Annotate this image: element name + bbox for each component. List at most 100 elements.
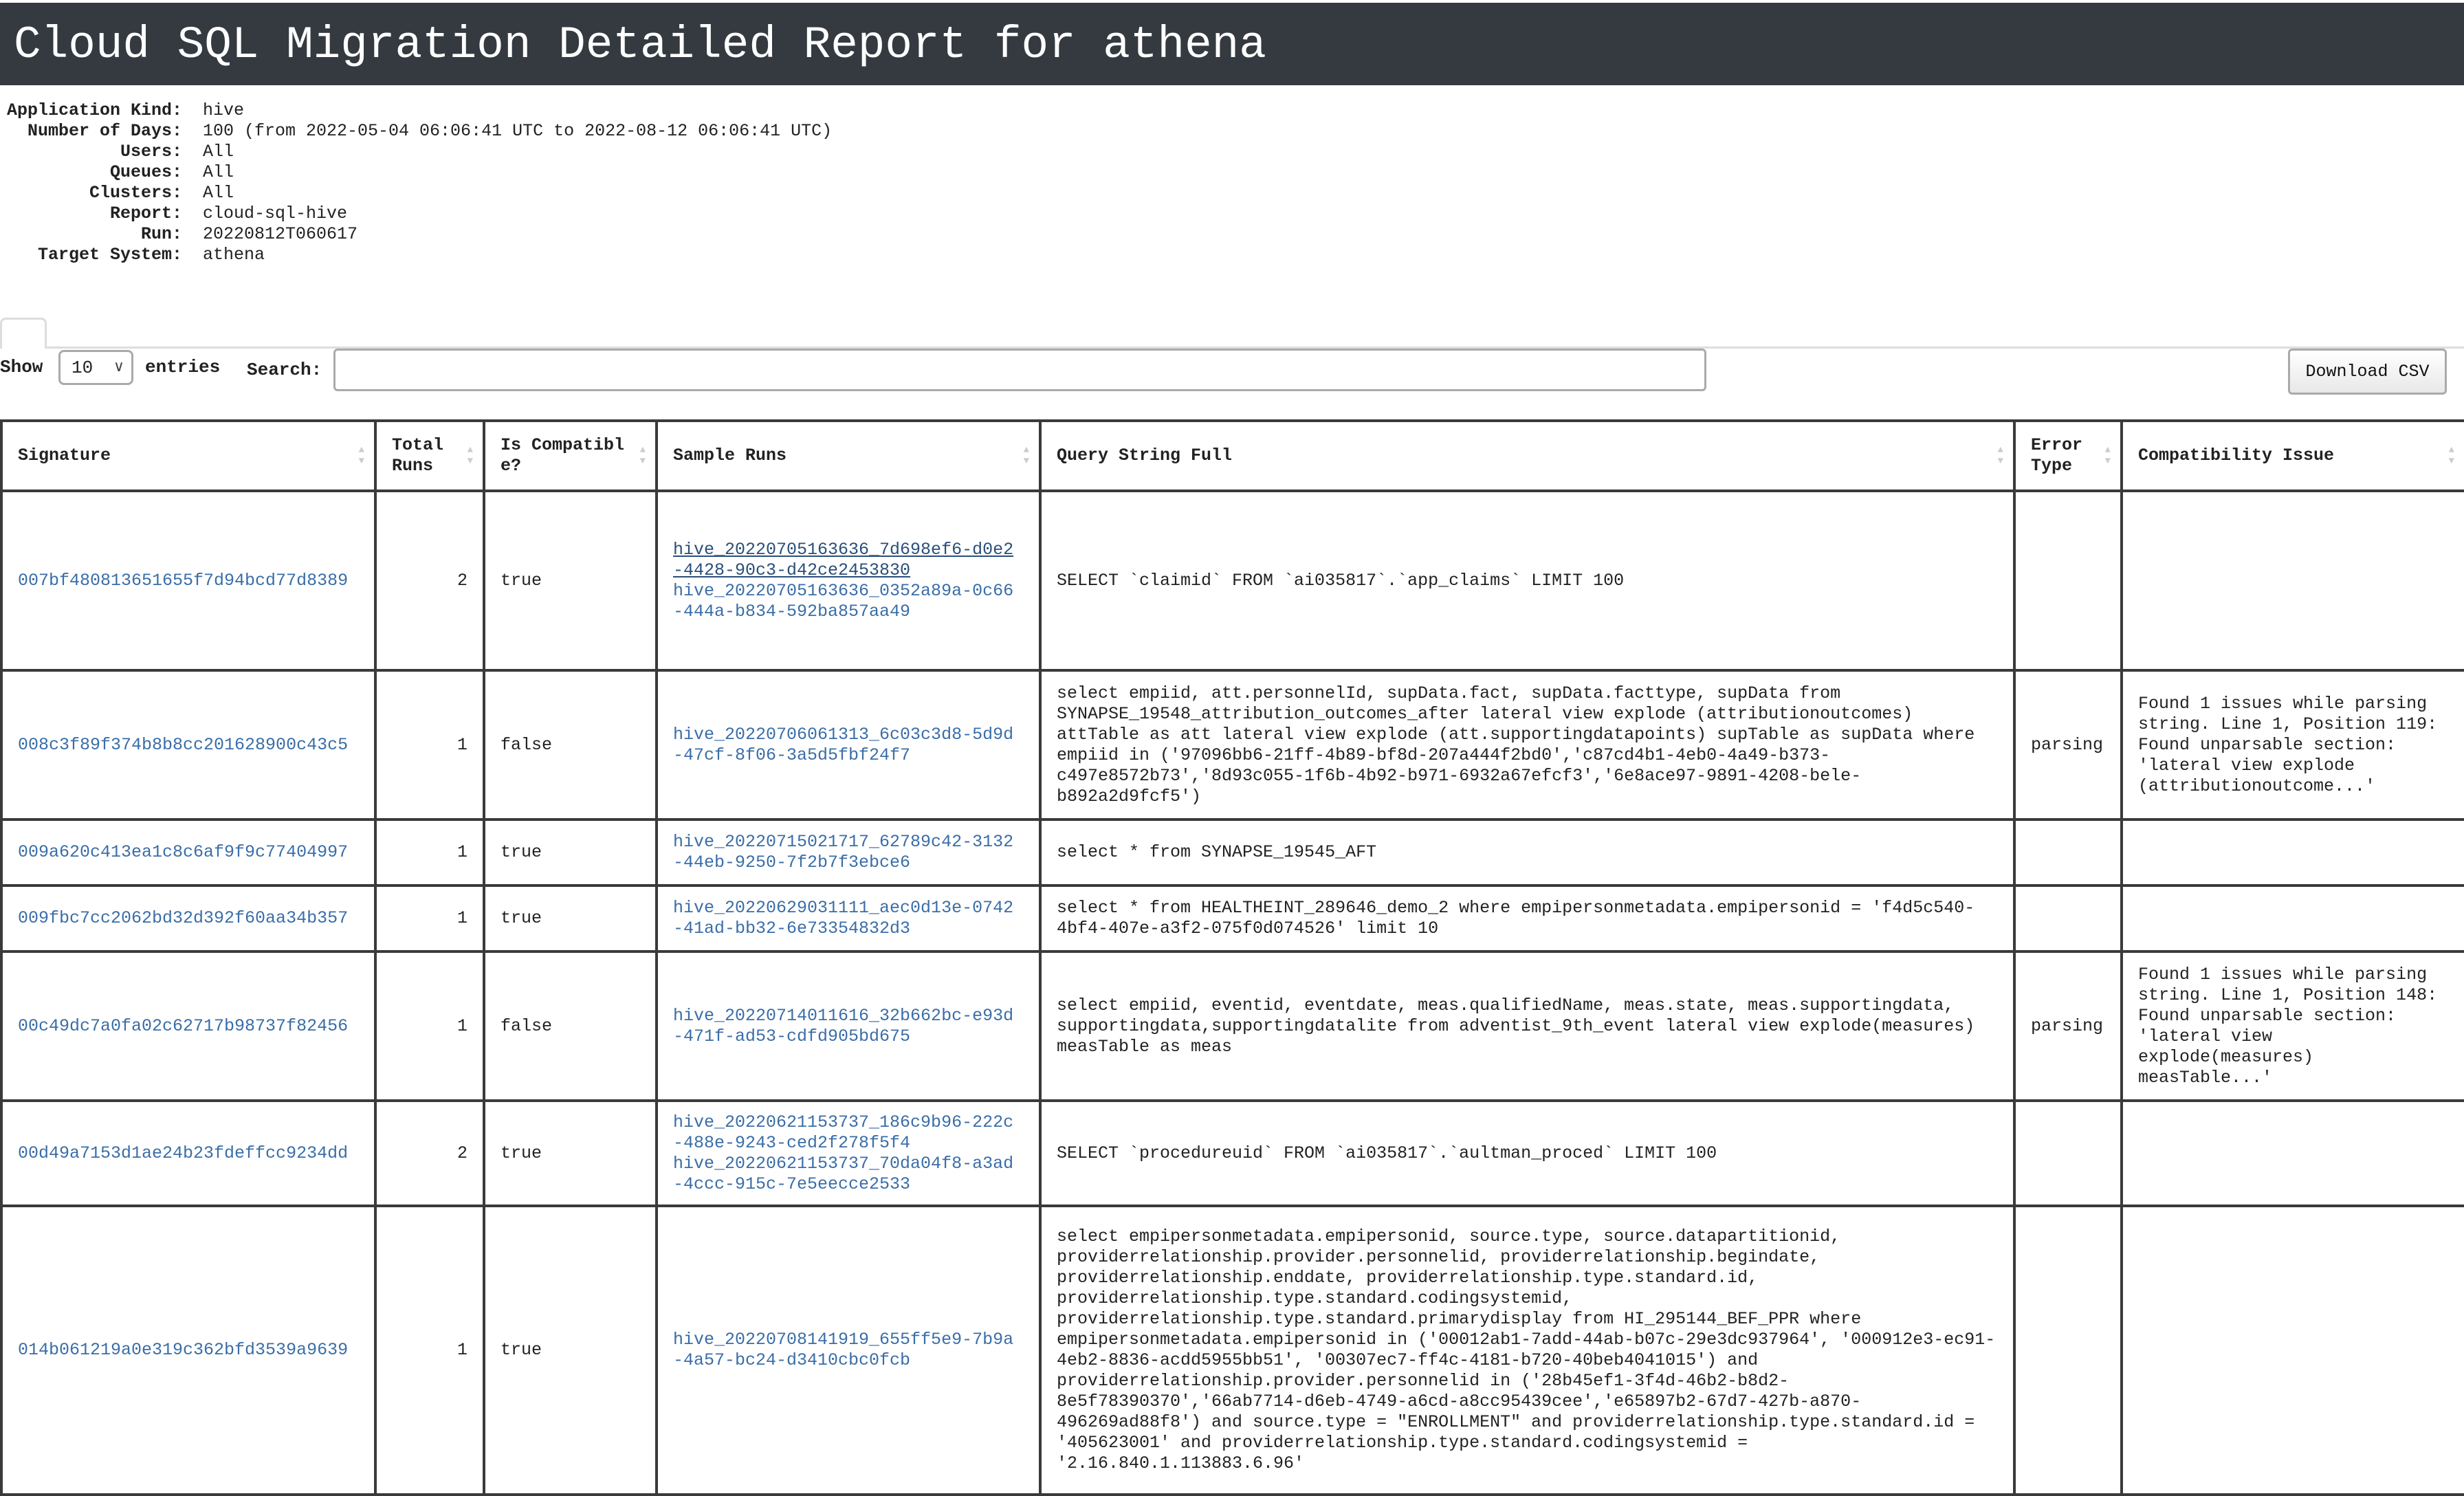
sample-runs-cell: hive_20220706061313_6c03c3d8-5d9d-47cf-8… xyxy=(655,669,1042,821)
tab-blank[interactable] xyxy=(0,318,47,349)
page-title: Cloud SQL Migration Detailed Report for … xyxy=(0,3,2464,85)
meta-label: Number of Days: xyxy=(27,121,182,141)
sample-runs-cell: hive_20220715021717_62789c42-3132-44eb-9… xyxy=(655,818,1042,887)
query-cell: select * from HEALTHEINT_289646_demo_2 w… xyxy=(1039,884,2016,953)
total-runs-cell: 1 xyxy=(374,884,485,953)
compatibility-issue-cell xyxy=(2120,818,2464,887)
meta-label: Run: xyxy=(140,224,182,244)
query-cell: select empiid, att.personnelId, supData.… xyxy=(1039,669,2016,821)
error-type-cell xyxy=(2013,1099,2123,1207)
chevron-down-icon: ∨ xyxy=(113,359,124,376)
show-label: Show xyxy=(0,357,43,377)
column-header[interactable]: Total Runs ▲ ▼ xyxy=(374,419,485,492)
column-header-label: Query String Full xyxy=(1057,446,1233,465)
query-cell: select empiid, eventid, eventdate, meas.… xyxy=(1039,950,2016,1102)
meta-row: Target System: athena xyxy=(0,245,2464,265)
search-label: Search: xyxy=(247,360,322,380)
entries-label: entries xyxy=(145,357,221,377)
sort-icon: ▲ ▼ xyxy=(1997,445,2003,467)
query-cell: select * from SYNAPSE_19545_AFT xyxy=(1039,818,2016,887)
meta-value: All xyxy=(203,162,234,182)
error-type-cell: parsing xyxy=(2013,950,2123,1102)
compatibility-issue-cell xyxy=(2120,1099,2464,1207)
compatible-cell: true xyxy=(483,490,658,672)
sample-run-link[interactable]: hive_20220705163636_7d698ef6-d0e2-4428-9… xyxy=(673,540,1024,581)
sample-run-link[interactable]: hive_20220629031111_aec0d13e-0742-41ad-b… xyxy=(673,898,1024,939)
compatibility-issue-cell xyxy=(2120,884,2464,953)
tab-bar xyxy=(0,318,2464,349)
meta-row: Queues: All xyxy=(0,162,2464,183)
sort-icon: ▲ ▼ xyxy=(639,445,646,467)
table-row: 014b061219a0e319c362bfd3539a9639 1 true … xyxy=(0,1204,2464,1496)
meta-value: 20220812T060617 xyxy=(203,224,358,244)
search-input[interactable] xyxy=(333,349,1706,391)
signature-link[interactable]: 00c49dc7a0fa02c62717b98737f82456 xyxy=(18,1016,348,1036)
sample-run-link[interactable]: hive_20220708141919_655ff5e9-7b9a-4a57-b… xyxy=(673,1330,1024,1371)
meta-label: Application Kind: xyxy=(6,100,182,120)
total-runs-cell: 1 xyxy=(374,818,485,887)
error-type-cell: parsing xyxy=(2013,669,2123,821)
report-table: Signature ▲ ▼ Total Runs ▲ ▼ Is Compatible? ▲ ▼ S… xyxy=(0,419,2464,1496)
total-runs-cell: 2 xyxy=(374,490,485,672)
sort-icon: ▲ ▼ xyxy=(2448,445,2454,467)
signature-link[interactable]: 009fbc7cc2062bd32d392f60aa34b357 xyxy=(18,908,348,928)
download-csv-button[interactable]: Download CSV xyxy=(2288,349,2447,395)
signature-link[interactable]: 008c3f89f374b8b8cc201628900c43c5 xyxy=(18,735,348,755)
compatible-cell: true xyxy=(483,1099,658,1207)
meta-value: All xyxy=(203,142,234,162)
meta-label: Clusters: xyxy=(89,183,182,203)
meta-label: Target System: xyxy=(37,245,182,265)
column-header[interactable]: Error Type ▲ ▼ xyxy=(2013,419,2123,492)
compatible-cell: false xyxy=(483,950,658,1102)
query-cell: SELECT `procedureuid` FROM `ai035817`.`a… xyxy=(1039,1099,2016,1207)
compatible-cell: true xyxy=(483,818,658,887)
table-row: 007bf480813651655f7d94bcd77d8389 2 true … xyxy=(0,490,2464,672)
compatibility-issue-cell: Found 1 issues while parsing string. Lin… xyxy=(2120,669,2464,821)
table-row: 008c3f89f374b8b8cc201628900c43c5 1 false… xyxy=(0,669,2464,821)
meta-label: Users: xyxy=(120,142,182,162)
table-row: 00c49dc7a0fa02c62717b98737f82456 1 false… xyxy=(0,950,2464,1102)
meta-row: Number of Days: 100 (from 2022-05-04 06:0… xyxy=(0,121,2464,142)
query-cell: select empipersonmetadata.empipersonid, … xyxy=(1039,1204,2016,1496)
column-header[interactable]: Is Compatible? ▲ ▼ xyxy=(483,419,658,492)
total-runs-cell: 2 xyxy=(374,1099,485,1207)
compatible-cell: true xyxy=(483,884,658,953)
meta-value: athena xyxy=(203,245,265,265)
error-type-cell xyxy=(2013,490,2123,672)
column-header-label: Error Type xyxy=(2031,435,2083,476)
sample-runs-cell: hive_20220629031111_aec0d13e-0742-41ad-b… xyxy=(655,884,1042,953)
column-header[interactable]: Query String Full ▲ ▼ xyxy=(1039,419,2016,492)
meta-row: Clusters: All xyxy=(0,183,2464,204)
meta-value: 100 (from 2022-05-04 06:06:41 UTC to 202… xyxy=(203,121,833,141)
meta-row: Application Kind: hive xyxy=(0,100,2464,121)
meta-label: Queues: xyxy=(109,162,182,182)
signature-link[interactable]: 014b061219a0e319c362bfd3539a9639 xyxy=(18,1340,348,1360)
table-row: 009a620c413ea1c8c6af9f9c77404997 1 true … xyxy=(0,818,2464,887)
sort-icon: ▲ ▼ xyxy=(1023,445,1029,467)
table-row: 00d49a7153d1ae24b23fdeffcc9234dd 2 true … xyxy=(0,1099,2464,1207)
sample-runs-cell: hive_20220621153737_186c9b96-222c-488e-9… xyxy=(655,1099,1042,1207)
meta-row: Users: All xyxy=(0,142,2464,162)
error-type-cell xyxy=(2013,1204,2123,1496)
sample-runs-cell: hive_20220714011616_32b662bc-e93d-471f-a… xyxy=(655,950,1042,1102)
signature-link[interactable]: 009a620c413ea1c8c6af9f9c77404997 xyxy=(18,842,348,862)
sort-icon: ▲ ▼ xyxy=(2104,445,2111,467)
signature-link[interactable]: 00d49a7153d1ae24b23fdeffcc9234dd xyxy=(18,1143,348,1163)
signature-link[interactable]: 007bf480813651655f7d94bcd77d8389 xyxy=(18,571,348,591)
sample-run-link[interactable]: hive_20220705163636_0352a89a-0c66-444a-b… xyxy=(673,581,1024,622)
error-type-cell xyxy=(2013,818,2123,887)
column-header[interactable]: Signature ▲ ▼ xyxy=(0,419,377,492)
sample-run-link[interactable]: hive_20220706061313_6c03c3d8-5d9d-47cf-8… xyxy=(673,725,1024,766)
column-header-label: Signature xyxy=(18,446,111,465)
sample-run-link[interactable]: hive_20220621153737_70da04f8-a3ad-4ccc-9… xyxy=(673,1154,1024,1195)
query-cell: SELECT `claimid` FROM `ai035817`.`app_cl… xyxy=(1039,490,2016,672)
sample-run-link[interactable]: hive_20220714011616_32b662bc-e93d-471f-a… xyxy=(673,1006,1024,1047)
entries-select[interactable]: 10 ∨ xyxy=(58,350,133,385)
sample-run-link[interactable]: hive_20220621153737_186c9b96-222c-488e-9… xyxy=(673,1112,1024,1154)
compatibility-issue-cell xyxy=(2120,490,2464,672)
column-header[interactable]: Compatibility Issue ▲ ▼ xyxy=(2120,419,2464,492)
meta-label: Report: xyxy=(109,204,182,223)
compatibility-issue-cell: Found 1 issues while parsing string. Lin… xyxy=(2120,950,2464,1102)
sample-run-link[interactable]: hive_20220715021717_62789c42-3132-44eb-9… xyxy=(673,832,1024,873)
column-header[interactable]: Sample Runs ▲ ▼ xyxy=(655,419,1042,492)
